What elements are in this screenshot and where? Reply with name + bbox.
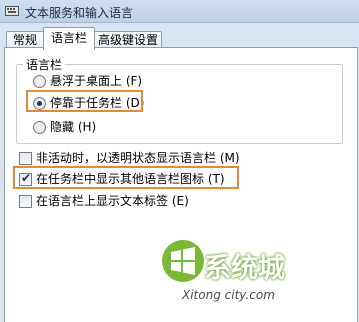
radio-button[interactable]: [33, 75, 46, 88]
title-bar: 文本服务和输入语言: [0, 0, 359, 23]
highlight-box: [26, 90, 143, 112]
radio-label: 悬浮于桌面上 (F): [50, 74, 143, 88]
keyboard-icon: [5, 4, 19, 17]
checkbox[interactable]: [19, 195, 32, 208]
group-legend: 语言栏: [23, 56, 66, 73]
tab-strip: 常规 语言栏 高级键设置: [0, 22, 359, 50]
highlight-box: [13, 166, 239, 189]
window-title: 文本服务和输入语言: [25, 6, 134, 20]
watermark: 系统城 Xitong city.com: [160, 238, 330, 318]
radio-button[interactable]: [33, 121, 46, 134]
watermark-brand: 系统城: [204, 253, 285, 284]
radio-label: 隐藏 (H): [50, 120, 97, 134]
tab-language-bar[interactable]: 语言栏: [43, 27, 95, 50]
watermark-url: Xitong city.com: [182, 288, 275, 302]
checkbox-label: 在语言栏上显示文本标签 (E): [36, 194, 189, 208]
checkbox-label: 非活动时，以透明状态显示语言栏 (M): [36, 151, 240, 165]
checkbox[interactable]: [19, 152, 32, 165]
windows-logo-icon: [162, 240, 204, 282]
